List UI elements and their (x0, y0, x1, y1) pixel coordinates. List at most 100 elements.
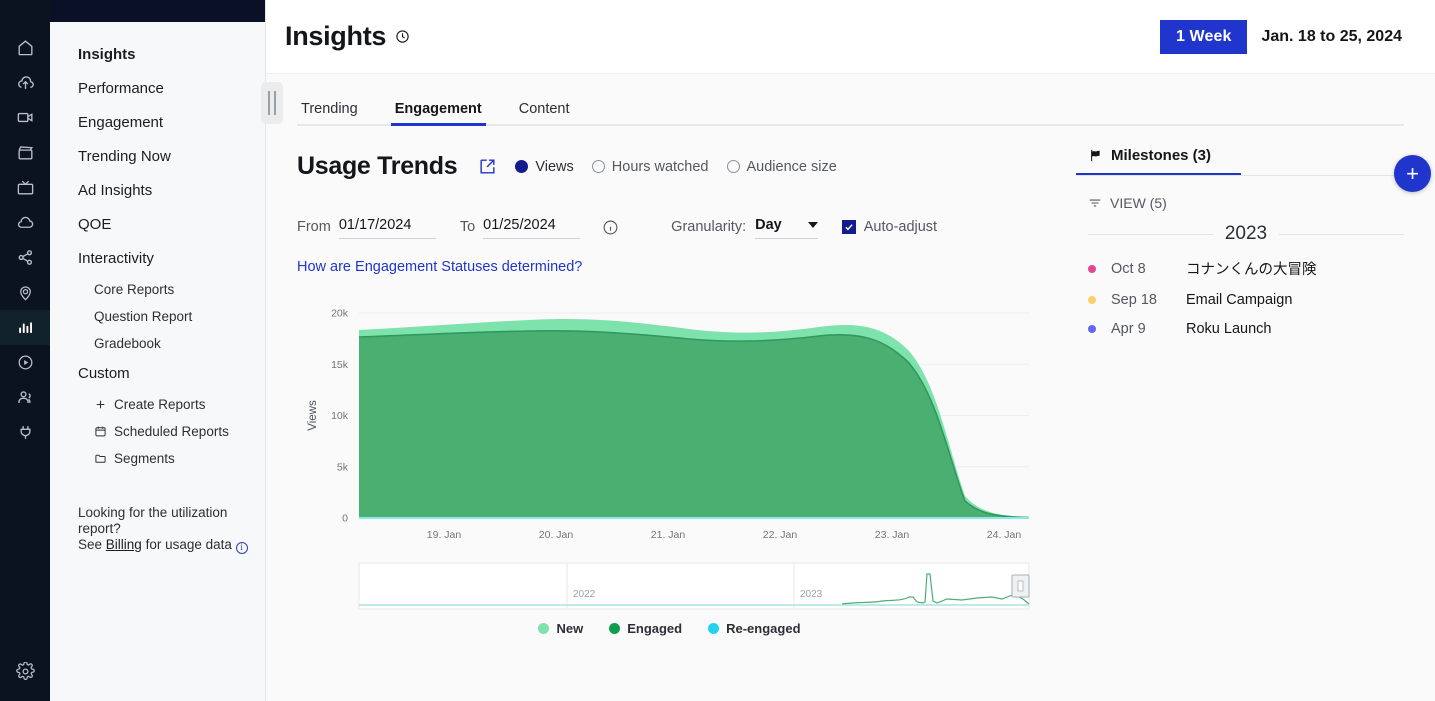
legend-swatch (538, 623, 549, 634)
milestones-view-filter[interactable]: VIEW (5) (1076, 195, 1435, 211)
note-tail-text: for usage data (142, 537, 236, 552)
sidebar-item-label: QOE (78, 216, 111, 233)
clock-icon[interactable] (395, 29, 410, 44)
tab-content[interactable]: Content (515, 101, 574, 126)
engagement-status-link[interactable]: How are Engagement Statuses determined? (297, 259, 1054, 275)
sidebar-item-ad-insights[interactable]: Ad Insights (50, 174, 265, 208)
milestone-color-dot (1088, 265, 1096, 273)
home-icon[interactable] (0, 30, 50, 65)
svg-text:5k: 5k (337, 461, 349, 473)
cloud-icon[interactable] (0, 205, 50, 240)
to-date-input[interactable]: 01/25/2024 (483, 215, 580, 239)
gear-icon[interactable] (0, 654, 50, 689)
milestone-date: Apr 9 (1111, 321, 1186, 337)
navigator-handle-grip (1018, 581, 1023, 591)
utilization-note: Looking for the utilization report? See … (78, 505, 258, 554)
info-icon[interactable] (602, 219, 619, 236)
radio-label: Views (535, 159, 573, 175)
video-camera-icon[interactable] (0, 100, 50, 135)
sidebar-item-segments[interactable]: Segments (50, 445, 265, 472)
sidebar-item-scheduled-reports[interactable]: Scheduled Reports (50, 418, 265, 445)
flag-icon (1088, 148, 1103, 163)
sidebar-item-label: Performance (78, 80, 164, 97)
auto-adjust-label: Auto-adjust (864, 219, 937, 235)
tab-engagement[interactable]: Engagement (391, 101, 486, 126)
auto-adjust-checkbox[interactable]: Auto-adjust (842, 219, 937, 235)
sidebar-item-label: Insights (78, 46, 136, 63)
sidebar-item-custom[interactable]: Custom (50, 357, 265, 391)
users-icon[interactable] (0, 380, 50, 415)
billing-link[interactable]: Billing (106, 537, 142, 552)
milestone-row[interactable]: Apr 9 Roku Launch (1076, 321, 1435, 337)
radio-dot (592, 160, 605, 173)
utilization-note-line2: See Billing for usage data i (78, 537, 258, 554)
sidebar-item-create-reports[interactable]: Create Reports (50, 391, 265, 418)
radio-hours-watched[interactable]: Hours watched (592, 159, 709, 175)
navigator-label-2022: 2022 (573, 589, 596, 600)
check-icon (844, 222, 854, 232)
usage-trends-title: Usage Trends (297, 152, 457, 181)
tv-icon[interactable] (0, 170, 50, 205)
legend-swatch (708, 623, 719, 634)
usage-trends-chart[interactable]: 20k 15k 10k 5k 0 Views 19. Jan 20. Jan 2… (297, 291, 1042, 611)
sidebar-subitem-label: Gradebook (94, 336, 161, 351)
external-link-icon[interactable] (478, 157, 497, 176)
chart-navigator[interactable]: 2022 2023 (359, 563, 1029, 609)
milestone-row[interactable]: Oct 8 コナンくんの大冒険 (1076, 258, 1435, 279)
milestones-tab-label: Milestones (3) (1111, 147, 1211, 164)
legend-item-engaged[interactable]: Engaged (609, 621, 682, 636)
clapperboard-icon[interactable] (0, 135, 50, 170)
usage-trends-header: Usage Trends Views Hours watched (297, 152, 1054, 181)
svg-text:20k: 20k (331, 308, 349, 320)
svg-text:15k: 15k (331, 359, 349, 371)
chart-y-axis-label: Views (307, 400, 319, 431)
sidebar-subitem-label: Scheduled Reports (114, 424, 229, 439)
sidebar-item-label: Custom (78, 365, 130, 382)
radio-views[interactable]: Views (515, 159, 573, 175)
info-icon[interactable]: i (236, 542, 248, 554)
insights-app: Insights Performance Engagement Trending… (0, 0, 1435, 701)
milestone-row[interactable]: Sep 18 Email Campaign (1076, 292, 1435, 308)
tabbar: Trending Engagement Content (266, 74, 1435, 126)
sidebar-item-performance[interactable]: Performance (50, 72, 265, 106)
legend-label: New (556, 621, 583, 636)
sidebar-item-gradebook[interactable]: Gradebook (50, 330, 265, 357)
sidebar-item-interactivity[interactable]: Interactivity (50, 242, 265, 276)
sidebar-item-engagement[interactable]: Engagement (50, 106, 265, 140)
share-icon[interactable] (0, 240, 50, 275)
filter-icon (1088, 196, 1102, 210)
radio-label: Audience size (747, 159, 837, 175)
tab-trending[interactable]: Trending (297, 101, 362, 126)
series-engaged-area (359, 331, 1029, 518)
legend-item-new[interactable]: New (538, 621, 583, 636)
chart-column: Usage Trends Views Hours watched (266, 126, 1054, 611)
legend-item-re-engaged[interactable]: Re-engaged (708, 621, 800, 636)
sidebar-item-insights[interactable]: Insights (50, 38, 265, 72)
nav-sidebar: Insights Performance Engagement Trending… (50, 0, 266, 701)
plug-icon[interactable] (0, 415, 50, 450)
sidebar-item-qoe[interactable]: QOE (50, 208, 265, 242)
svg-text:23. Jan: 23. Jan (875, 529, 910, 541)
granularity-value: Day (755, 217, 782, 233)
sidebar-topbar (50, 0, 265, 22)
play-circle-icon[interactable] (0, 345, 50, 380)
panel-resize-handle[interactable] (261, 82, 283, 124)
legend-swatch (609, 623, 620, 634)
content-area: Usage Trends Views Hours watched (266, 126, 1435, 611)
sidebar-item-question-report[interactable]: Question Report (50, 303, 265, 330)
bar-chart-icon[interactable] (0, 310, 50, 345)
week-range-button[interactable]: 1 Week (1160, 20, 1247, 54)
add-milestone-button[interactable]: + (1394, 155, 1431, 192)
sidebar-item-core-reports[interactable]: Core Reports (50, 276, 265, 303)
svg-text:20. Jan: 20. Jan (539, 529, 574, 541)
interactive-pin-icon[interactable] (0, 275, 50, 310)
milestones-panel: Milestones (3) + VIEW (5) 2023 Oct 8 コ (1054, 126, 1435, 611)
granularity-select[interactable]: Day (755, 215, 818, 239)
tab-milestones[interactable]: Milestones (3) (1076, 140, 1241, 176)
radio-dot (727, 160, 740, 173)
cloud-upload-icon[interactable] (0, 65, 50, 100)
folder-icon (94, 452, 107, 465)
from-date-input[interactable]: 01/17/2024 (339, 215, 436, 239)
radio-audience-size[interactable]: Audience size (727, 159, 837, 175)
sidebar-item-trending-now[interactable]: Trending Now (50, 140, 265, 174)
